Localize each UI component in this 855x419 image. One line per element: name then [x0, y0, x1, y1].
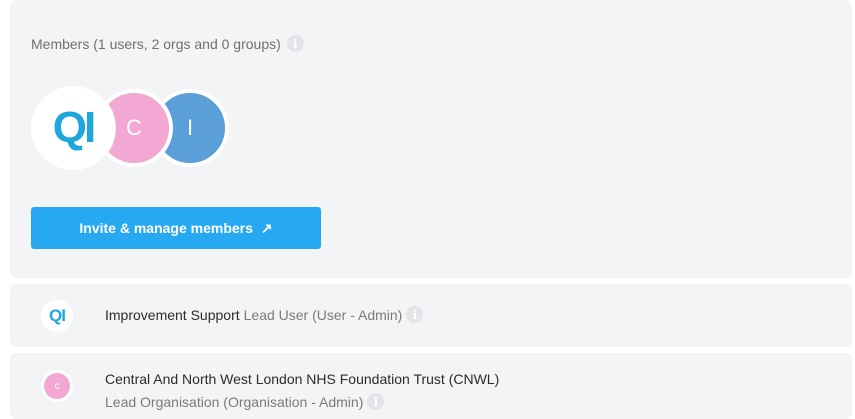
invite-button-label: Invite & manage members [79, 220, 253, 236]
member-avatar-stack[interactable]: QI C I [31, 86, 231, 170]
member-avatar[interactable]: QI [41, 300, 73, 332]
org-name: Central And North West London NHS Founda… [105, 371, 500, 387]
member-role: Lead User (User - Admin) [243, 306, 403, 323]
member-row-text: Improvement Support Lead User (User - Ad… [105, 306, 424, 323]
org-role: Lead Organisation (Organisation - Admin) [105, 393, 364, 410]
info-icon[interactable]: i [406, 306, 424, 323]
member-row: QI Improvement Support Lead User (User -… [10, 284, 852, 347]
info-icon[interactable]: i [286, 35, 304, 52]
org-row: c Central And North West London NHS Foun… [10, 353, 852, 419]
info-icon[interactable]: i [367, 393, 385, 410]
members-heading: Members (1 users, 2 orgs and 0 groups) i [31, 35, 304, 52]
member-name: Improvement Support [105, 306, 240, 323]
external-arrow-icon: ↗ [260, 219, 273, 236]
org-role-line: Lead Organisation (Organisation - Admin)… [105, 393, 385, 410]
invite-manage-members-button[interactable]: Invite & manage members ↗ [31, 207, 321, 249]
avatar-improvement-support[interactable]: QI [31, 86, 115, 170]
org-avatar[interactable]: c [41, 370, 73, 402]
members-title-text: Members (1 users, 2 orgs and 0 groups) [31, 35, 281, 52]
